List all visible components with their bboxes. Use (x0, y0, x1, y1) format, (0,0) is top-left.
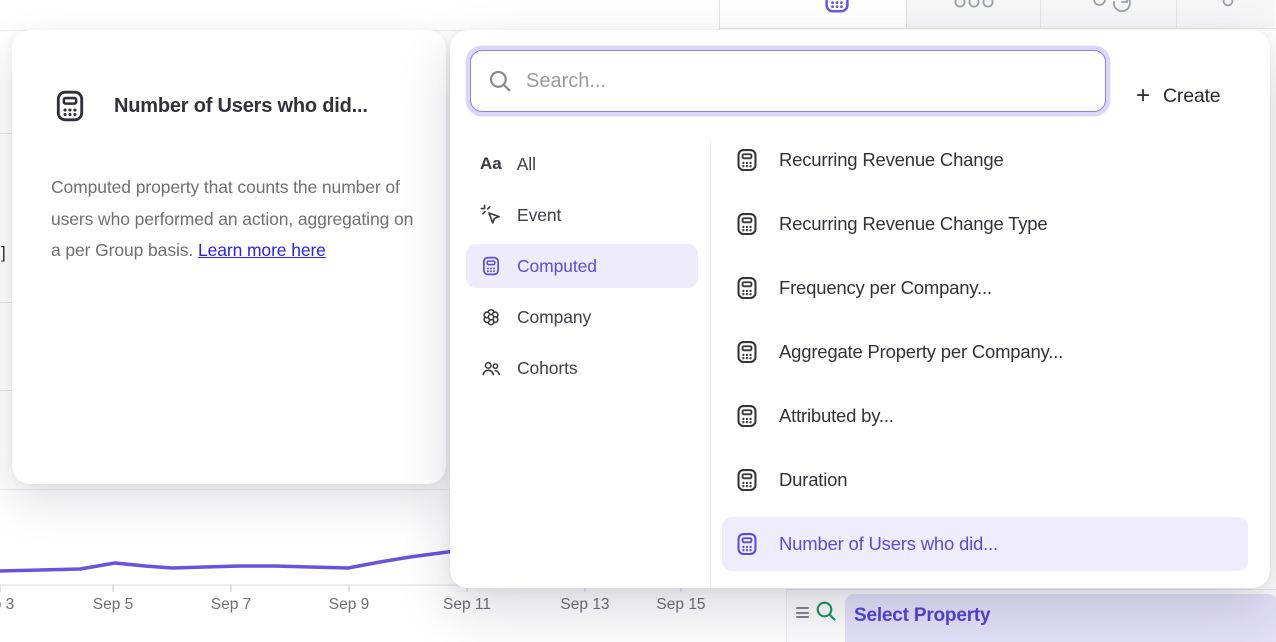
tabs-lead-space (720, 0, 768, 28)
category-computed[interactable]: Computed (466, 244, 698, 288)
select-property-button[interactable]: Select Property (845, 594, 1276, 642)
panel-divider (710, 140, 711, 588)
property-tooltip-card: Number of Users who did... Computed prop… (12, 30, 446, 484)
flower-icon (480, 306, 502, 328)
search-field (470, 50, 1106, 112)
result-label: Recurring Revenue Change Type (779, 213, 1047, 235)
retention-curve-icon (1091, 0, 1131, 12)
category-label: All (517, 154, 536, 175)
x-tick-label: Sep 9 (329, 596, 370, 614)
background-topbar (0, 0, 720, 31)
people-icon (480, 357, 502, 379)
result-label: Aggregate Property per Company... (779, 341, 1063, 363)
flag-icon (1221, 0, 1235, 9)
result-recurring-revenue-change-type[interactable]: Recurring Revenue Change Type (722, 197, 1248, 251)
drag-handle-icon[interactable] (796, 607, 809, 620)
x-tick-label: Sep 15 (656, 596, 705, 614)
select-property-label: Select Property (845, 594, 1276, 627)
result-label: Frequency per Company... (779, 277, 992, 299)
calculator-icon (734, 467, 760, 493)
query-builder-row: Select Property (786, 589, 1276, 642)
search-icon (487, 68, 513, 94)
result-label: Duration (779, 469, 847, 491)
category-company[interactable]: Company (466, 295, 698, 339)
background-text-fragment: ] (1, 243, 6, 263)
learn-more-link[interactable]: Learn more here (198, 240, 326, 260)
category-label: Cohorts (517, 358, 578, 379)
report-type-tabs (720, 0, 1276, 29)
tab-flag-report[interactable] (1176, 0, 1275, 28)
search-input[interactable] (526, 70, 1105, 93)
calculator-icon (734, 275, 760, 301)
property-picker-panel: + Create Aa All Event Computed (450, 30, 1270, 588)
result-label: Number of Users who did... (779, 533, 998, 555)
chart-bars-icon (953, 0, 997, 11)
plus-icon: + (1136, 84, 1150, 108)
tooltip-title: Number of Users who did... (114, 95, 368, 118)
calculator-icon (480, 255, 502, 277)
calculator-icon (734, 531, 760, 557)
create-button-label: Create (1163, 85, 1220, 108)
result-number-of-users-who-did[interactable]: Number of Users who did... (722, 517, 1248, 571)
result-recurring-revenue-change[interactable]: Recurring Revenue Change (722, 133, 1248, 187)
category-all[interactable]: Aa All (466, 142, 698, 186)
x-tick-label: Sep 5 (93, 596, 134, 614)
category-event[interactable]: Event (466, 193, 698, 237)
result-frequency-per-company[interactable]: Frequency per Company... (722, 261, 1248, 315)
calculator-icon (734, 211, 760, 237)
category-cohorts[interactable]: Cohorts (466, 346, 698, 390)
search-icon (814, 599, 838, 623)
create-button[interactable]: + Create (1136, 84, 1220, 108)
category-label: Computed (517, 256, 597, 277)
text-style-icon: Aa (480, 154, 502, 174)
tab-retention-report[interactable] (1040, 0, 1176, 28)
result-attributed-by[interactable]: Attributed by... (722, 389, 1248, 443)
result-duration[interactable]: Duration (722, 453, 1248, 507)
results-list: Recurring Revenue Change Recurring Reven… (722, 133, 1248, 581)
category-label: Company (517, 307, 591, 328)
result-label: Recurring Revenue Change (779, 149, 1004, 171)
screen: ] Sep 3 Sep 5 Sep 7 Sep 9 Sep 11 Sep 13 … (0, 0, 1276, 642)
x-tick-label: Sep 3 (0, 596, 14, 614)
result-aggregate-property-per-company[interactable]: Aggregate Property per Company... (722, 325, 1248, 379)
revenue-line (0, 550, 463, 571)
x-tick-label: Sep 11 (443, 596, 491, 614)
cursor-click-icon (480, 204, 502, 226)
calculator-icon (52, 88, 88, 124)
category-list: Aa All Event Computed (466, 142, 698, 397)
calculator-icon (734, 403, 760, 429)
tab-chart-report[interactable] (906, 0, 1040, 28)
category-label: Event (517, 205, 561, 226)
tab-computed-report[interactable] (768, 0, 906, 28)
x-tick-label: Sep 13 (560, 596, 609, 614)
calculator-icon (821, 0, 853, 15)
calculator-icon (734, 339, 760, 365)
result-label: Attributed by... (779, 405, 894, 427)
calculator-icon (734, 147, 760, 173)
x-tick-label: Sep 7 (211, 596, 252, 614)
tooltip-description: Computed property that counts the number… (51, 172, 425, 267)
